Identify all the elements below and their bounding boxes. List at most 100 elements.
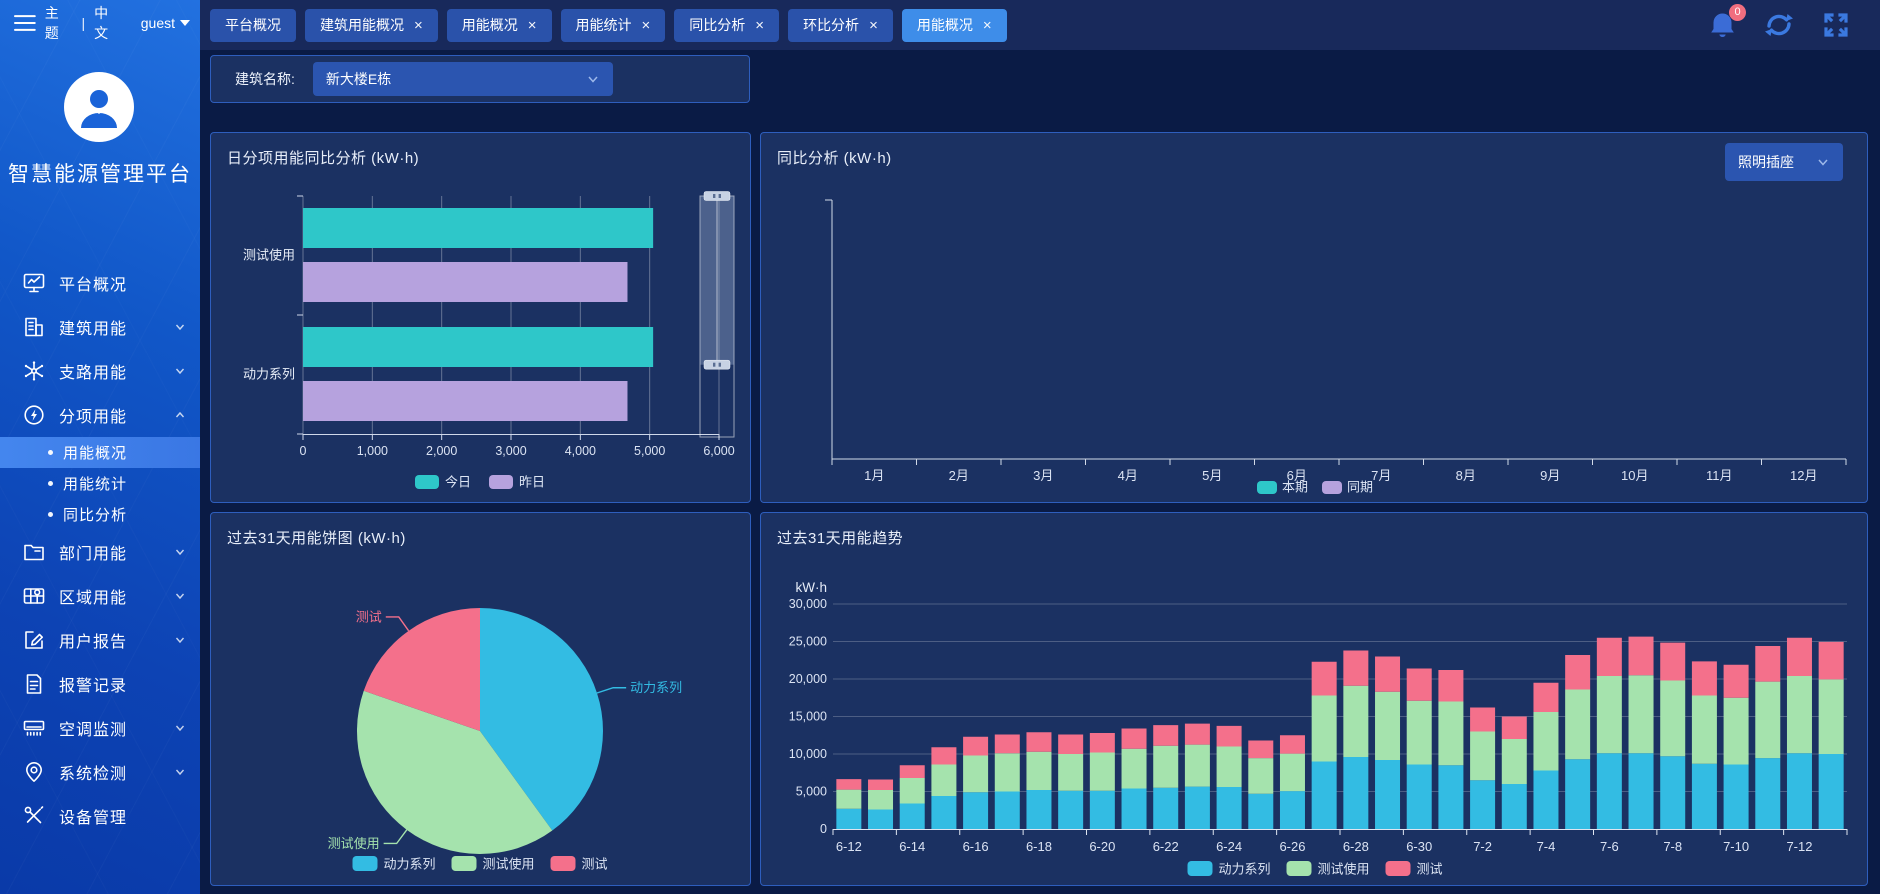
sidebar-subitem-用能概况[interactable]: 用能概况 — [0, 437, 200, 468]
tab-环比分析[interactable]: 环比分析 × — [788, 9, 893, 42]
legend-item-昨日[interactable]: 昨日 — [489, 475, 545, 490]
svg-text:测试: 测试 — [582, 857, 608, 872]
category-select-value: 照明插座 — [1738, 152, 1794, 172]
sidebar-item-label: 系统检测 — [59, 760, 174, 784]
legend-item-测试[interactable]: 测试 — [551, 856, 608, 872]
bullet-icon — [48, 450, 53, 455]
tab-label: 用能统计 — [576, 15, 632, 35]
sidebar-subitem-label: 同比分析 — [63, 504, 127, 525]
svg-text:动力系列: 动力系列 — [630, 680, 682, 695]
sidebar-item-部门用能[interactable]: 部门用能 — [0, 530, 200, 574]
tab-label: 平台概况 — [225, 15, 281, 35]
svg-text:10,000: 10,000 — [789, 747, 827, 761]
legend-item-测试[interactable]: 测试 — [1386, 861, 1443, 877]
svg-text:今日: 今日 — [445, 475, 471, 490]
panel-title: 过去31天用能饼图 (kW·h) — [227, 527, 406, 548]
datazoom-handle-top[interactable] — [704, 192, 730, 201]
svg-text:0: 0 — [820, 822, 827, 836]
svg-text:动力系列: 动力系列 — [243, 367, 295, 382]
svg-text:本期: 本期 — [1282, 480, 1308, 495]
svg-text:7-8: 7-8 — [1663, 839, 1682, 854]
yoy-line-chart: 1月2月3月4月5月6月7月8月9月10月11月12月本期同期 — [761, 133, 1867, 502]
tab-平台概况[interactable]: 平台概况 — [210, 9, 296, 42]
close-icon[interactable]: × — [869, 18, 878, 33]
legend-item-测试使用[interactable]: 测试使用 — [452, 856, 535, 872]
svg-text:6-28: 6-28 — [1343, 839, 1369, 854]
building-select[interactable]: 新大楼E栋 — [313, 62, 613, 96]
sidebar-item-报警记录[interactable]: 报警记录 — [0, 662, 200, 706]
svg-text:7月: 7月 — [1371, 468, 1391, 483]
sidebar-subitem-用能统计[interactable]: 用能统计 — [0, 468, 200, 499]
tab-同比分析[interactable]: 同比分析× — [674, 9, 779, 42]
legend-item-本期[interactable]: 本期 — [1257, 480, 1308, 495]
user-menu[interactable]: guest — [141, 15, 190, 31]
sidebar-menu: 平台概况建筑用能支路用能分项用能用能概况用能统计同比分析部门用能区域用能用户报告… — [0, 261, 200, 838]
sidebar-item-用户报告[interactable]: 用户报告 — [0, 618, 200, 662]
svg-text:9月: 9月 — [1540, 468, 1560, 483]
close-icon[interactable]: × — [414, 18, 423, 33]
svg-text:6-18: 6-18 — [1026, 839, 1052, 854]
sidebar-item-分项用能[interactable]: 分项用能 — [0, 393, 200, 437]
sidebar-item-label: 区域用能 — [59, 584, 174, 608]
close-icon[interactable]: × — [983, 18, 992, 33]
svg-text:5,000: 5,000 — [796, 785, 827, 799]
svg-text:6-12: 6-12 — [836, 839, 862, 854]
monitor-chart-icon — [22, 271, 46, 295]
sidebar-subitem-同比分析[interactable]: 同比分析 — [0, 499, 200, 530]
svg-text:测试使用: 测试使用 — [243, 248, 295, 263]
sidebar-item-label: 支路用能 — [59, 359, 174, 383]
sidebar-subitem-label: 用能概况 — [63, 442, 127, 463]
legend-item-动力系列[interactable]: 动力系列 — [1188, 861, 1271, 877]
chevron-down-icon — [174, 634, 186, 646]
tab-label: 用能概况 — [917, 15, 973, 35]
tab-label: 用能概况 — [462, 15, 518, 35]
tab-label: 环比分析 — [803, 15, 859, 35]
refresh-icon[interactable] — [1763, 11, 1795, 39]
svg-text:7-2: 7-2 — [1473, 839, 1492, 854]
svg-text:30,000: 30,000 — [789, 597, 827, 611]
sidebar-item-平台概况[interactable]: 平台概况 — [0, 261, 200, 305]
tab-建筑用能概况[interactable]: 建筑用能概况× — [305, 9, 438, 42]
close-icon[interactable]: × — [642, 18, 651, 33]
chevron-down-icon — [174, 321, 186, 333]
sidebar-item-建筑用能[interactable]: 建筑用能 — [0, 305, 200, 349]
svg-text:测试: 测试 — [356, 609, 382, 624]
datazoom-handle-bottom[interactable] — [704, 360, 730, 369]
trend-panel: 过去31天用能趋势 05,00010,00015,00020,00025,000… — [760, 512, 1868, 886]
hamburger-menu-icon[interactable] — [14, 14, 36, 32]
legend-item-测试使用[interactable]: 测试使用 — [1287, 861, 1370, 877]
building-select-value: 新大楼E栋 — [326, 69, 391, 89]
svg-text:8月: 8月 — [1456, 468, 1476, 483]
legend-item-同期[interactable]: 同期 — [1322, 480, 1373, 495]
notifications-button[interactable]: 0 — [1709, 11, 1736, 40]
svg-text:动力系列: 动力系列 — [1219, 862, 1271, 877]
tab-用能统计[interactable]: 用能统计 × — [561, 9, 666, 42]
tab-用能概况[interactable]: 用能概况 × — [447, 9, 552, 42]
datazoom-slider[interactable] — [700, 192, 734, 438]
sidebar-item-label: 分项用能 — [59, 403, 174, 427]
sidebar-item-label: 用户报告 — [59, 628, 174, 652]
close-icon[interactable]: × — [755, 18, 764, 33]
tab-用能概况[interactable]: 用能概况 × — [902, 9, 1007, 42]
svg-text:同期: 同期 — [1347, 480, 1373, 495]
sidebar-item-支路用能[interactable]: 支路用能 — [0, 349, 200, 393]
svg-text:3,000: 3,000 — [495, 444, 526, 458]
theme-link[interactable]: 主题 — [45, 3, 73, 43]
category-select[interactable]: 照明插座 — [1725, 143, 1843, 181]
close-icon[interactable]: × — [528, 18, 537, 33]
bullet-icon — [48, 481, 53, 486]
sidebar-item-系统检测[interactable]: 系统检测 — [0, 750, 200, 794]
svg-text:6-30: 6-30 — [1406, 839, 1432, 854]
legend-item-动力系列[interactable]: 动力系列 — [353, 856, 436, 872]
language-link[interactable]: 中文 — [94, 3, 122, 43]
sidebar-item-空调监测[interactable]: 空调监测 — [0, 706, 200, 750]
chevron-down-icon — [174, 722, 186, 734]
svg-text:5,000: 5,000 — [634, 444, 665, 458]
sidebar: 主题 | 中文 guest 智慧能源管理平台 平台概况建筑用能支路用能分项用能用… — [0, 0, 200, 894]
fullscreen-icon[interactable] — [1822, 11, 1850, 39]
sidebar-item-区域用能[interactable]: 区域用能 — [0, 574, 200, 618]
sidebar-item-设备管理[interactable]: 设备管理 — [0, 794, 200, 838]
panel-title: 过去31天用能趋势 — [777, 527, 903, 548]
svg-text:10月: 10月 — [1621, 468, 1648, 483]
legend-item-今日[interactable]: 今日 — [415, 475, 471, 490]
